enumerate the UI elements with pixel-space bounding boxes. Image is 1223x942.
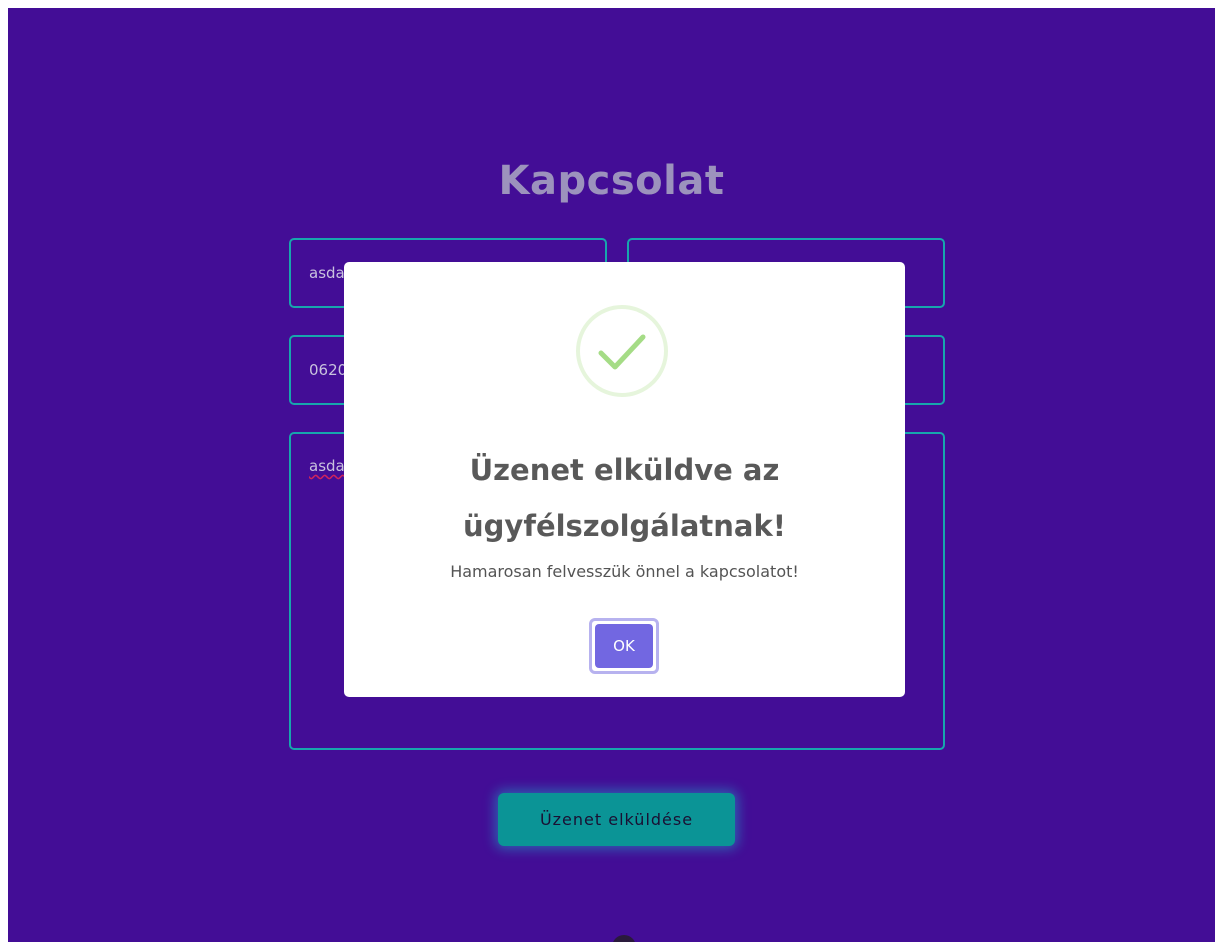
dialog-title: Üzenet elküldve az ügyfélszolgálatnak!	[463, 453, 786, 543]
ok-button[interactable]: OK	[595, 624, 653, 668]
ok-button-focus-ring: OK	[589, 618, 659, 674]
check-icon	[576, 305, 668, 397]
dialog-message: Hamarosan felvesszük önnel a kapcsolatot…	[450, 562, 799, 581]
success-dialog: Üzenet elküldve az ügyfélszolgálatnak! H…	[344, 262, 905, 697]
